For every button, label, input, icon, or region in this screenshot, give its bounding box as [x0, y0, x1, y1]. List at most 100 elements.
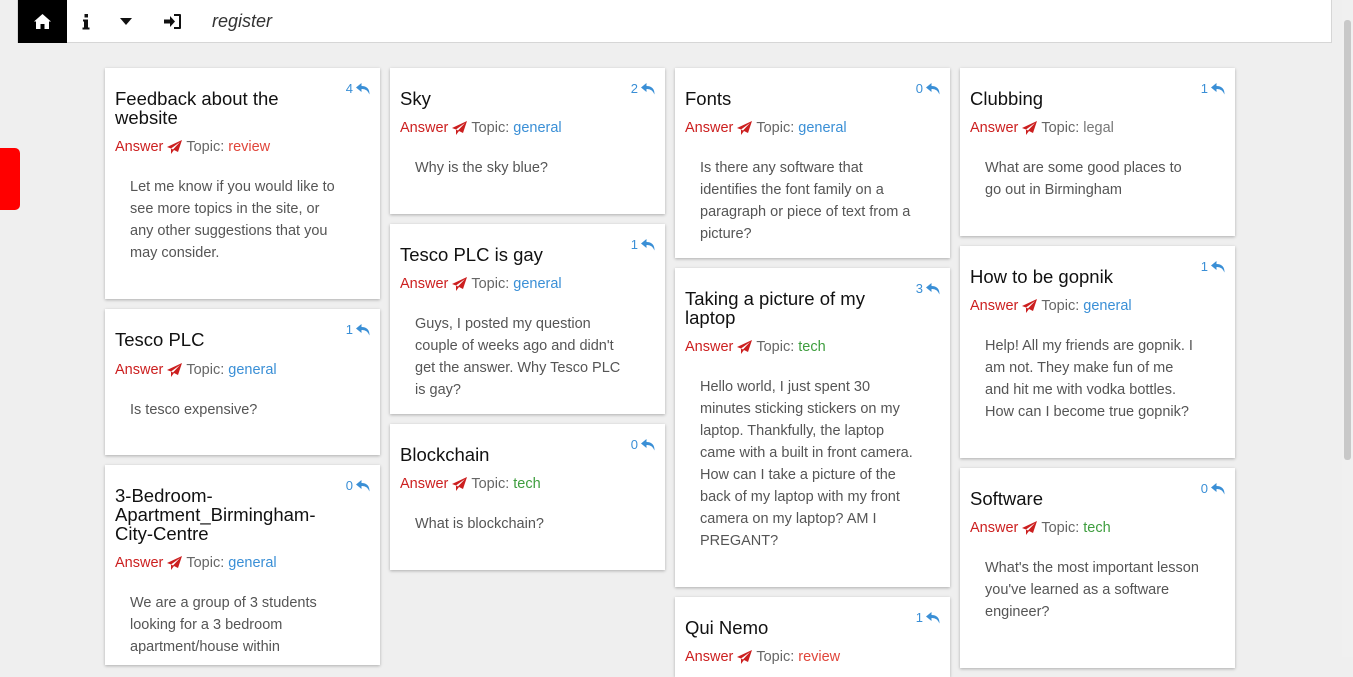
card-title[interactable]: Tesco PLC	[115, 330, 330, 349]
paper-plane-icon[interactable]	[737, 340, 753, 354]
topic-link[interactable]: legal	[1083, 120, 1114, 136]
reply-icon	[641, 438, 655, 450]
info-button[interactable]	[71, 0, 101, 43]
answer-link[interactable]: Answer	[115, 139, 163, 155]
question-card[interactable]: Feedback about the website 4 Answer Topi…	[105, 68, 380, 299]
card-title[interactable]: 3-Bedroom-Apartment_Birmingham-City-Cent…	[115, 486, 330, 543]
card-body: Guys, I posted my question couple of wee…	[415, 316, 621, 398]
card-title[interactable]: Sky	[400, 89, 615, 108]
question-card[interactable]: Tesco PLC is gay 1 Answer Topic: general…	[390, 224, 665, 414]
scrollbar-thumb[interactable]	[1344, 20, 1351, 460]
answer-link[interactable]: Answer	[400, 120, 448, 136]
paper-plane-icon[interactable]	[737, 650, 753, 664]
card-title[interactable]: Tesco PLC is gay	[400, 245, 615, 264]
topic-link[interactable]: general	[228, 362, 276, 378]
answer-count[interactable]: 1	[916, 610, 940, 625]
answer-count[interactable]: 2	[631, 81, 655, 96]
paper-plane-icon[interactable]	[452, 477, 468, 491]
question-card[interactable]: Software 0 Answer Topic: tech What's the…	[960, 468, 1235, 668]
answer-count[interactable]: 1	[346, 322, 370, 337]
question-card[interactable]: Sky 2 Answer Topic: general Why is the s…	[390, 68, 665, 214]
paper-plane-icon[interactable]	[1022, 521, 1038, 535]
reply-icon	[356, 323, 370, 335]
paper-plane-icon[interactable]	[452, 121, 468, 135]
card-meta: Answer Topic: review	[685, 649, 840, 665]
card-meta: Answer Topic: tech	[970, 520, 1111, 536]
card-title[interactable]: Fonts	[685, 89, 900, 108]
topic-link[interactable]: general	[513, 276, 561, 292]
card-meta: Answer Topic: general	[115, 555, 277, 571]
answer-count[interactable]: 1	[1201, 81, 1225, 96]
card-body: We are a group of 3 students looking for…	[130, 595, 317, 655]
card-body: Why is the sky blue?	[415, 160, 548, 176]
question-card[interactable]: Clubbing 1 Answer Topic: legal What are …	[960, 68, 1235, 236]
paper-plane-icon[interactable]	[167, 363, 183, 377]
answer-link[interactable]: Answer	[400, 276, 448, 292]
card-title[interactable]: Clubbing	[970, 89, 1185, 108]
answer-count[interactable]: 4	[346, 81, 370, 96]
topic-link[interactable]: review	[798, 649, 840, 665]
answer-count[interactable]: 1	[631, 237, 655, 252]
register-link[interactable]: register	[212, 0, 272, 43]
paper-plane-icon[interactable]	[1022, 299, 1038, 313]
answer-count[interactable]: 0	[1201, 481, 1225, 496]
answer-count-value: 1	[1200, 81, 1208, 96]
question-card[interactable]: Fonts 0 Answer Topic: general Is there a…	[675, 68, 950, 258]
topic-link[interactable]: review	[228, 139, 270, 155]
question-card[interactable]: 3-Bedroom-Apartment_Birmingham-City-Cent…	[105, 465, 380, 665]
paper-plane-icon[interactable]	[737, 121, 753, 135]
answer-link[interactable]: Answer	[685, 339, 733, 355]
card-body: Help! All my friends are gopnik. I am no…	[985, 338, 1193, 420]
home-button[interactable]	[18, 0, 67, 43]
topic-link[interactable]: general	[228, 555, 276, 571]
topic-link[interactable]: tech	[798, 339, 825, 355]
topic-link[interactable]: general	[798, 120, 846, 136]
paper-plane-icon[interactable]	[1022, 121, 1038, 135]
topic-link[interactable]: tech	[513, 476, 540, 492]
login-button[interactable]	[157, 0, 187, 43]
topic-link[interactable]: general	[513, 120, 561, 136]
card-meta: Answer Topic: general	[970, 298, 1132, 314]
reply-icon	[926, 611, 940, 623]
answer-count[interactable]: 0	[631, 437, 655, 452]
reply-icon	[1211, 482, 1225, 494]
answer-count[interactable]: 0	[346, 478, 370, 493]
card-title[interactable]: Taking a picture of my laptop	[685, 289, 900, 327]
answer-link[interactable]: Answer	[970, 520, 1018, 536]
card-body: Let me know if you would like to see mor…	[130, 179, 335, 261]
card-title[interactable]: Software	[970, 489, 1185, 508]
card-title[interactable]: Qui Nemo	[685, 618, 900, 637]
paper-plane-icon[interactable]	[167, 140, 183, 154]
answer-link[interactable]: Answer	[685, 120, 733, 136]
answer-link[interactable]: Answer	[115, 555, 163, 571]
answer-link[interactable]: Answer	[115, 362, 163, 378]
card-title[interactable]: Blockchain	[400, 445, 615, 464]
question-card[interactable]: Blockchain 0 Answer Topic: tech What is …	[390, 424, 665, 570]
answer-link[interactable]: Answer	[970, 298, 1018, 314]
answer-count[interactable]: 1	[1201, 259, 1225, 274]
answer-count[interactable]: 3	[916, 281, 940, 296]
topic-link[interactable]: general	[1083, 298, 1131, 314]
topic-prefix: Topic:	[1041, 120, 1080, 136]
reply-icon	[926, 82, 940, 94]
paper-plane-icon[interactable]	[167, 556, 183, 570]
card-title[interactable]: Feedback about the website	[115, 89, 330, 127]
question-card[interactable]: Qui Nemo 1 Answer Topic: review	[675, 597, 950, 677]
reply-icon	[641, 82, 655, 94]
page-scrollbar[interactable]	[1342, 0, 1353, 657]
answer-count[interactable]: 0	[916, 81, 940, 96]
dropdown-button[interactable]	[111, 0, 141, 43]
topic-link[interactable]: tech	[1083, 520, 1110, 536]
question-card[interactable]: Tesco PLC 1 Answer Topic: general Is tes…	[105, 309, 380, 455]
sign-in-icon	[163, 14, 181, 29]
card-title[interactable]: How to be gopnik	[970, 267, 1185, 286]
topic-prefix: Topic:	[756, 120, 795, 136]
card-meta: Answer Topic: general	[400, 120, 562, 136]
question-card[interactable]: How to be gopnik 1 Answer Topic: general…	[960, 246, 1235, 458]
question-card[interactable]: Taking a picture of my laptop 3 Answer T…	[675, 268, 950, 587]
answer-link[interactable]: Answer	[970, 120, 1018, 136]
paper-plane-icon[interactable]	[452, 277, 468, 291]
answer-link[interactable]: Answer	[400, 476, 448, 492]
side-feedback-tab[interactable]	[0, 148, 20, 210]
answer-link[interactable]: Answer	[685, 649, 733, 665]
